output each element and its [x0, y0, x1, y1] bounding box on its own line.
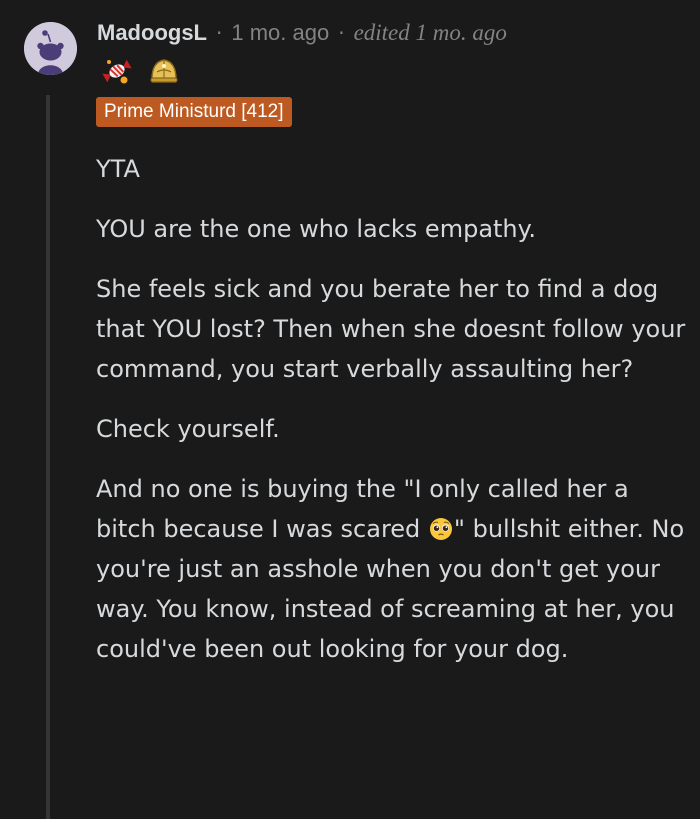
- comment-paragraph: YTA: [96, 155, 140, 183]
- comment-paragraph: Check yourself.: [96, 415, 280, 443]
- candy-award-icon[interactable]: [101, 56, 133, 86]
- thread-collapse-line[interactable]: [46, 95, 50, 819]
- pleading-face-emoji-icon: [429, 518, 452, 540]
- username-link[interactable]: MadoogsL: [97, 20, 207, 46]
- edited-timestamp: edited 1 mo. ago: [353, 20, 507, 45]
- avatar[interactable]: [24, 22, 77, 75]
- comment-body: YTA YOU are the one who lacks empathy. S…: [96, 149, 686, 689]
- meta-separator: ·: [216, 21, 223, 45]
- comment-paragraph: She feels sick and you berate her to fin…: [96, 275, 686, 383]
- awards-row[interactable]: [101, 56, 179, 86]
- meta-separator: ·: [338, 21, 345, 45]
- snoo-avatar-icon: [24, 22, 77, 75]
- comment-header: MadoogsL · 1 mo. ago · edited 1 mo. ago: [97, 18, 507, 48]
- user-flair-badge: Prime Ministurd [412]: [96, 97, 292, 127]
- comment-paragraph: YOU are the one who lacks empathy.: [96, 215, 537, 243]
- comment-paragraph: And no one is buying the "I only called …: [96, 469, 686, 669]
- gold-helmet-award-icon[interactable]: [149, 57, 179, 85]
- timestamp[interactable]: 1 mo. ago: [231, 20, 329, 46]
